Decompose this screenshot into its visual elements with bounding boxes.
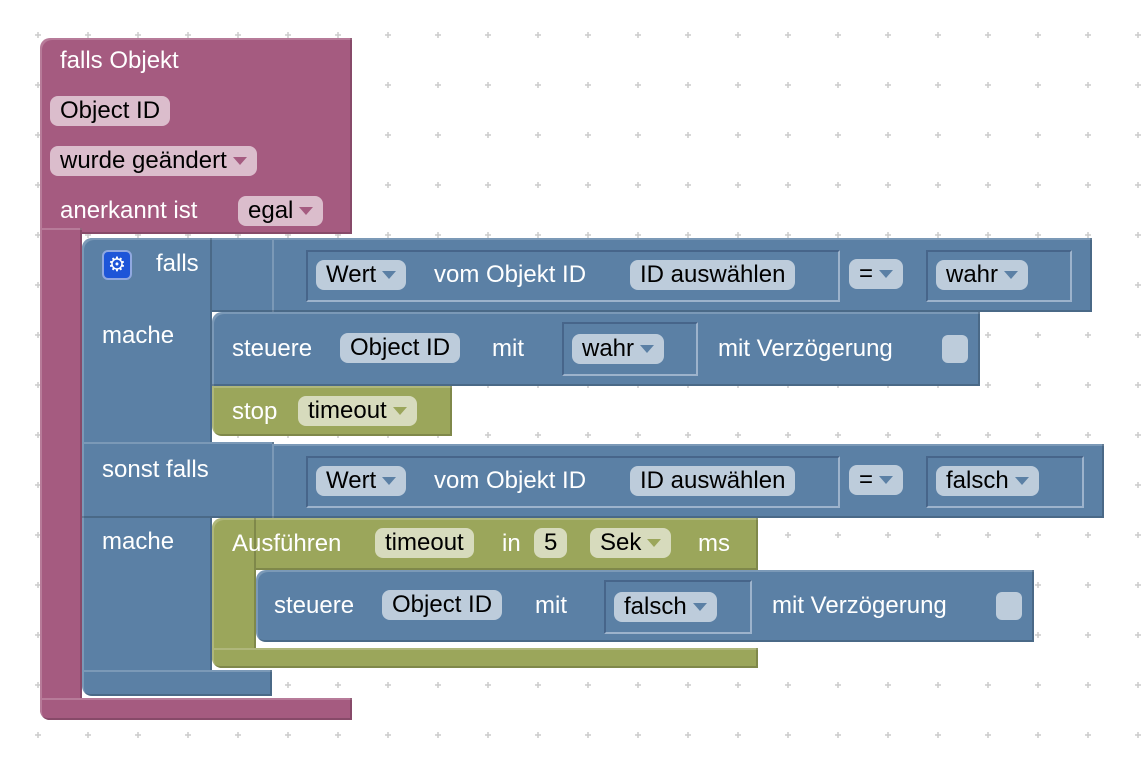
value-text: falsch bbox=[624, 593, 687, 620]
ms-label: ms bbox=[698, 530, 730, 557]
delay-amount-field[interactable]: 5 bbox=[534, 528, 568, 558]
dropdown-arrow-icon bbox=[1014, 476, 1029, 485]
attr-value: Wert bbox=[326, 261, 377, 288]
value-dropdown-2[interactable]: falsch bbox=[936, 466, 1039, 496]
attr-dropdown-2[interactable]: Wert bbox=[316, 466, 407, 496]
value-text: falsch bbox=[946, 467, 1009, 494]
id-select-field-2[interactable]: ID auswählen bbox=[630, 466, 796, 496]
operator-value: = bbox=[859, 466, 874, 493]
operator-value: = bbox=[859, 260, 874, 287]
unit-dropdown[interactable]: Sek bbox=[590, 528, 672, 558]
dropdown-arrow-icon bbox=[382, 476, 397, 485]
dropdown-arrow-icon bbox=[232, 156, 247, 165]
dropdown-arrow-icon bbox=[299, 206, 314, 215]
value-text: wahr bbox=[582, 335, 635, 362]
do-label-2: mache bbox=[102, 528, 175, 555]
ack-value: egal bbox=[248, 197, 294, 224]
do-label-1: mache bbox=[102, 322, 175, 349]
operator-dropdown-2[interactable]: = bbox=[849, 465, 904, 495]
delay-checkbox-1[interactable] bbox=[942, 335, 968, 363]
in-label: in bbox=[502, 530, 521, 557]
operator-dropdown-1[interactable]: = bbox=[849, 259, 904, 289]
id-select-field-1[interactable]: ID auswählen bbox=[630, 260, 796, 290]
run-label: Ausführen bbox=[232, 530, 342, 557]
dropdown-arrow-icon bbox=[692, 602, 707, 611]
dropdown-arrow-icon bbox=[879, 269, 894, 278]
dropdown-arrow-icon bbox=[640, 344, 655, 353]
ack-label: anerkannt ist bbox=[60, 197, 198, 224]
delay-label: mit Verzögerung bbox=[772, 592, 947, 619]
control-label: steuere bbox=[232, 335, 313, 362]
dropdown-arrow-icon bbox=[647, 538, 662, 547]
of-object-label: vom Objekt ID bbox=[434, 467, 587, 494]
dropdown-arrow-icon bbox=[382, 270, 397, 279]
control-object-field-2[interactable]: Object ID bbox=[382, 590, 503, 620]
with-label: mit bbox=[535, 592, 567, 619]
value-text: wahr bbox=[946, 261, 999, 288]
run-timer-field[interactable]: timeout bbox=[375, 528, 474, 558]
stop-timer-dropdown[interactable]: timeout bbox=[298, 396, 417, 426]
trigger-title: falls Objekt bbox=[60, 47, 179, 74]
timer-value: timeout bbox=[308, 397, 387, 424]
control-object-field-1[interactable]: Object ID bbox=[340, 333, 461, 363]
delay-label: mit Verzögerung bbox=[718, 335, 893, 362]
stop-label: stop bbox=[232, 398, 278, 425]
control-value-dropdown-1[interactable]: wahr bbox=[572, 334, 665, 364]
dropdown-arrow-icon bbox=[1004, 270, 1019, 279]
delay-checkbox-2[interactable] bbox=[996, 592, 1022, 620]
value-dropdown-1[interactable]: wahr bbox=[936, 260, 1029, 290]
attr-value: Wert bbox=[326, 467, 377, 494]
of-object-label: vom Objekt ID bbox=[434, 261, 587, 288]
trigger-object-id-field[interactable]: Object ID bbox=[50, 96, 171, 126]
trigger-condition-value: wurde geändert bbox=[60, 147, 227, 174]
ack-dropdown[interactable]: egal bbox=[238, 196, 324, 226]
elseif-label: sonst falls bbox=[102, 456, 209, 483]
dropdown-arrow-icon bbox=[879, 475, 894, 484]
dropdown-arrow-icon bbox=[392, 406, 407, 415]
trigger-condition-dropdown[interactable]: wurde geändert bbox=[50, 146, 257, 176]
attr-dropdown-1[interactable]: Wert bbox=[316, 260, 407, 290]
control-label: steuere bbox=[274, 592, 355, 619]
unit-value: Sek bbox=[600, 529, 642, 556]
gear-icon[interactable]: ⚙ bbox=[102, 250, 132, 280]
with-label: mit bbox=[492, 335, 524, 362]
if-label: falls bbox=[156, 250, 199, 277]
control-value-dropdown-2[interactable]: falsch bbox=[614, 592, 717, 622]
